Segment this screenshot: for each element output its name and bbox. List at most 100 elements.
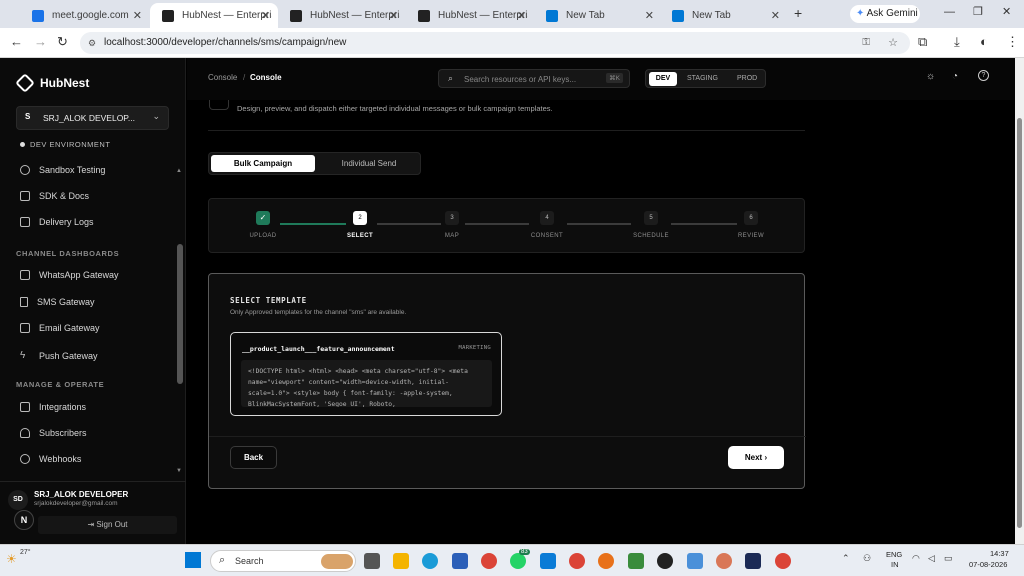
env-staging-button[interactable]: STAGING [687,75,718,82]
step-schedule-indicator[interactable]: 5 [644,211,658,225]
ask-gemini-button[interactable]: ✦ Ask Gemini [850,5,920,23]
extensions-icon[interactable]: ⧉ [918,34,927,50]
sidebar-item-sandbox[interactable]: Sandbox Testing [20,165,105,175]
page-scroll-thumb[interactable] [1017,118,1022,528]
browser-tab-5[interactable]: New Tab ✕ [534,3,662,28]
browser-tab-6[interactable]: New Tab ✕ [660,3,788,28]
sidebar-item-label: SDK & Docs [39,191,90,201]
step-consent-indicator[interactable]: 4 [540,211,554,225]
help-icon[interactable]: ? [978,70,989,81]
sidebar-item-sms[interactable]: SMS Gateway [20,297,95,307]
sidebar-scroll-thumb[interactable] [177,244,183,384]
whatsapp-icon[interactable] [510,553,526,569]
browser-tab-2[interactable]: HubNest — Enterprise ✕ [150,3,278,28]
taskbar-search[interactable]: ⌕ Search [210,550,356,572]
browser-tab-4[interactable]: HubNest — Enterprise ✕ [406,3,534,28]
windows-start-icon[interactable] [185,552,201,568]
theme-sun-icon[interactable]: ☼ [926,71,935,82]
password-key-icon[interactable]: ⚿ [862,32,870,54]
tray-icon[interactable]: ⚇ [863,553,871,564]
sidebar-scrollbar[interactable]: ▲ ▼ [176,168,184,476]
whatsapp-badge: 83 [519,549,530,555]
minimize-icon[interactable]: — [944,6,955,18]
close-tab-icon[interactable]: ✕ [133,9,142,22]
page-scrollbar[interactable] [1015,58,1024,544]
chrome-active-icon[interactable] [569,553,585,569]
app-icon[interactable] [687,553,703,569]
region-label: IN [891,560,899,569]
chrome-profile-icon[interactable] [598,553,614,569]
back-arrow-icon[interactable]: ← [10,34,23,49]
tab-bulk-campaign[interactable]: Bulk Campaign [211,155,315,172]
scroll-up-icon[interactable]: ▲ [176,168,182,174]
restore-icon[interactable]: ❐ [973,5,983,18]
edge-icon[interactable] [422,553,438,569]
env-dev-button[interactable]: DEV [649,72,677,86]
search-input[interactable]: ⌕ Search resources or API keys... ⌘K [438,69,630,88]
reload-icon[interactable]: ↻ [57,34,68,50]
step-select-indicator[interactable]: 2 [353,211,367,225]
sidebar-item-whatsapp[interactable]: WhatsApp Gateway [20,270,119,280]
profile-icon[interactable]: ◐ [980,34,988,49]
back-button[interactable]: Back [230,446,277,469]
next-devtools-icon[interactable]: N [14,510,34,530]
language-label[interactable]: ENG [886,550,902,559]
environment-switcher: DEV STAGING PROD [645,69,766,88]
browser-tab-3[interactable]: HubNest — Enterprise ✕ [278,3,406,28]
sidebar-item-webhooks[interactable]: Webhooks [20,454,81,464]
tray-chevron-up-icon[interactable]: ⌃ [842,553,850,564]
workspace-selector[interactable]: S SRJ_ALOK DEVELOP... ⌄ [16,106,169,130]
volume-icon[interactable]: ◁ [928,553,935,564]
sidebar-item-integrations[interactable]: Integrations [20,402,86,412]
file-explorer-icon[interactable] [393,553,409,569]
bookmark-star-icon[interactable]: ☆ [888,32,898,54]
download-icon[interactable]: ⤓ [954,34,960,50]
sign-out-button[interactable]: ⇥ Sign Out [38,516,177,534]
vscode-icon[interactable] [540,553,556,569]
sidebar-item-push[interactable]: ϟ Push Gateway [20,350,98,361]
close-tab-icon[interactable]: ✕ [771,9,780,22]
chrome-icon[interactable] [775,553,791,569]
breadcrumb-item[interactable]: Console [208,73,237,82]
browser-tab-1[interactable]: meet.google.com ✕ [20,3,150,28]
store-icon[interactable] [452,553,468,569]
step-map-indicator[interactable]: 3 [445,211,459,225]
close-tab-icon[interactable]: ✕ [389,9,398,22]
next-label: Next [744,453,763,462]
step-connector [671,223,737,225]
scroll-down-icon[interactable]: ▼ [176,468,182,474]
new-tab-icon[interactable]: + [794,5,802,21]
app-icon[interactable] [745,553,761,569]
site-info-icon[interactable]: ⚙ [88,32,96,54]
bell-icon[interactable]: ◔ [952,71,958,82]
close-tab-icon[interactable]: ✕ [261,9,270,22]
url-bar[interactable]: ⚙ localhost:3000/developer/channels/sms/… [80,32,910,54]
app-icon[interactable] [628,553,644,569]
step-review-indicator[interactable]: 6 [744,211,758,225]
sidebar-item-label: Subscribers [39,428,87,438]
menu-dots-icon[interactable]: ⋮ [1006,34,1019,50]
claude-icon[interactable] [716,553,732,569]
next-button[interactable]: Next › [728,446,784,469]
template-card[interactable]: __product_launch___feature_announcement … [230,332,502,416]
task-view-icon[interactable] [364,553,380,569]
close-tab-icon[interactable]: ✕ [517,9,526,22]
chrome-icon[interactable] [481,553,497,569]
battery-icon[interactable]: ▭ [944,553,953,564]
tab-individual-send[interactable]: Individual Send [317,155,421,172]
sidebar-item-email[interactable]: Email Gateway [20,323,100,333]
weather-icon[interactable]: ☀ [6,552,17,566]
wifi-icon[interactable]: ◠ [912,553,920,564]
back-nav-button[interactable] [209,100,229,110]
sidebar-item-subscribers[interactable]: Subscribers [20,428,87,438]
step-upload-check-icon[interactable]: ✓ [256,211,270,225]
step-connector [280,223,346,225]
chatgpt-icon[interactable] [657,553,673,569]
sidebar-item-delivery-logs[interactable]: Delivery Logs [20,217,94,227]
sidebar-item-sdk[interactable]: SDK & Docs [20,191,89,201]
close-window-icon[interactable]: ✕ [1002,5,1011,18]
close-tab-icon[interactable]: ✕ [645,9,654,22]
forward-arrow-icon[interactable]: → [34,34,47,49]
env-prod-button[interactable]: PROD [737,75,757,82]
clock-time[interactable]: 14:37 [990,549,1009,558]
